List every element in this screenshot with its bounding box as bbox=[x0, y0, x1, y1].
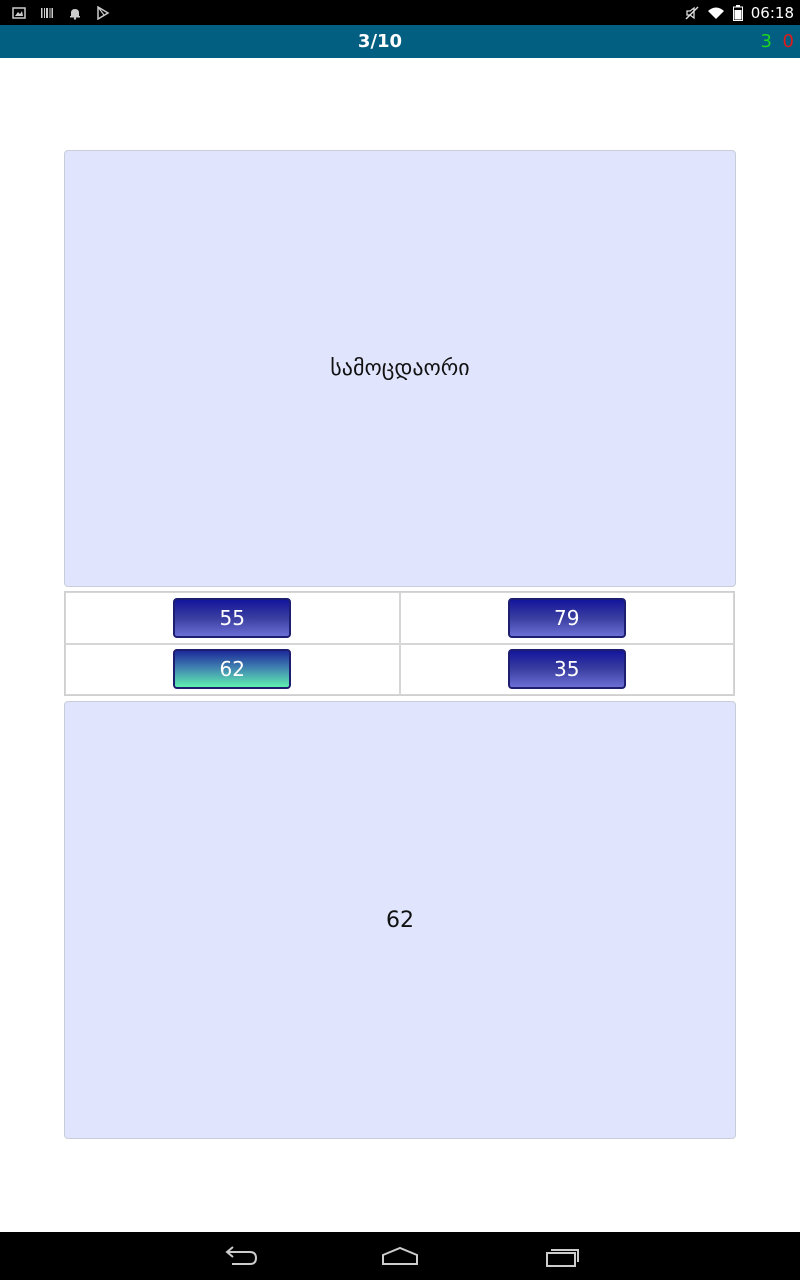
option-button-3-selected[interactable]: 62 bbox=[173, 649, 292, 690]
back-icon[interactable] bbox=[220, 1244, 260, 1268]
question-card: სამოცდაორი bbox=[64, 150, 736, 587]
options-grid: 55 79 62 35 bbox=[64, 591, 735, 696]
option-button-2[interactable]: 79 bbox=[507, 597, 626, 638]
status-time: 06:18 bbox=[750, 3, 794, 22]
navigation-bar bbox=[0, 1232, 800, 1280]
barcode-icon bbox=[41, 7, 53, 18]
recent-apps-icon[interactable] bbox=[543, 1244, 583, 1268]
answer-card: 62 bbox=[64, 701, 736, 1139]
status-bar: 06:18 bbox=[0, 0, 800, 25]
wifi-icon bbox=[707, 7, 724, 19]
answer-value: 62 bbox=[386, 907, 414, 933]
mute-icon bbox=[685, 5, 699, 20]
wrong-count: 0 bbox=[782, 31, 794, 52]
status-left-icons bbox=[12, 4, 110, 21]
option-button-4[interactable]: 35 bbox=[507, 649, 626, 690]
battery-icon bbox=[732, 4, 743, 21]
option-cell: 55 bbox=[65, 592, 400, 644]
option-cell: 62 bbox=[65, 643, 400, 695]
title-bar: 3/10 3 0 bbox=[0, 25, 800, 58]
option-cell: 35 bbox=[399, 643, 734, 695]
correct-count: 3 bbox=[760, 31, 772, 52]
play-store-icon bbox=[97, 5, 110, 20]
question-word: სამოცდაორი bbox=[330, 356, 470, 381]
option-button-1[interactable]: 55 bbox=[173, 597, 292, 638]
home-icon[interactable] bbox=[380, 1244, 420, 1268]
status-right-icons: 06:18 bbox=[685, 3, 794, 22]
notification-bell-icon bbox=[70, 8, 80, 20]
image-icon bbox=[12, 6, 26, 19]
option-cell: 79 bbox=[399, 592, 734, 644]
question-progress: 3/10 bbox=[357, 31, 403, 52]
